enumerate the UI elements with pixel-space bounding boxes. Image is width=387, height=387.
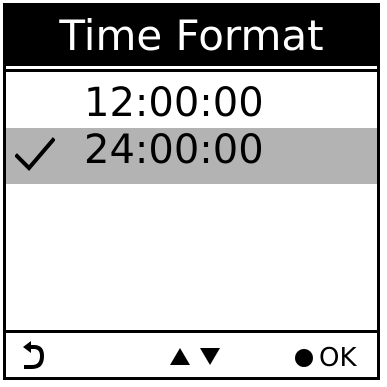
time-format-list: 12:00:00 24:00:00 [6, 72, 377, 184]
option-label: 24:00:00 [84, 127, 264, 173]
ok-dot-icon[interactable] [295, 349, 313, 367]
option-24-hour[interactable]: 24:00:00 [6, 128, 377, 184]
back-arrow-icon[interactable] [20, 341, 46, 371]
page-title: Time Format [6, 6, 377, 66]
up-down-arrows-icon[interactable] [166, 345, 226, 367]
softkey-bar: OK [6, 333, 377, 377]
option-12-hour[interactable]: 12:00:00 [6, 72, 377, 128]
ok-button-label[interactable]: OK [319, 339, 357, 373]
checkmark-icon [15, 137, 55, 171]
device-screen: Time Format 12:00:00 24:00:00 OK [3, 3, 380, 380]
option-label: 12:00:00 [84, 80, 264, 126]
